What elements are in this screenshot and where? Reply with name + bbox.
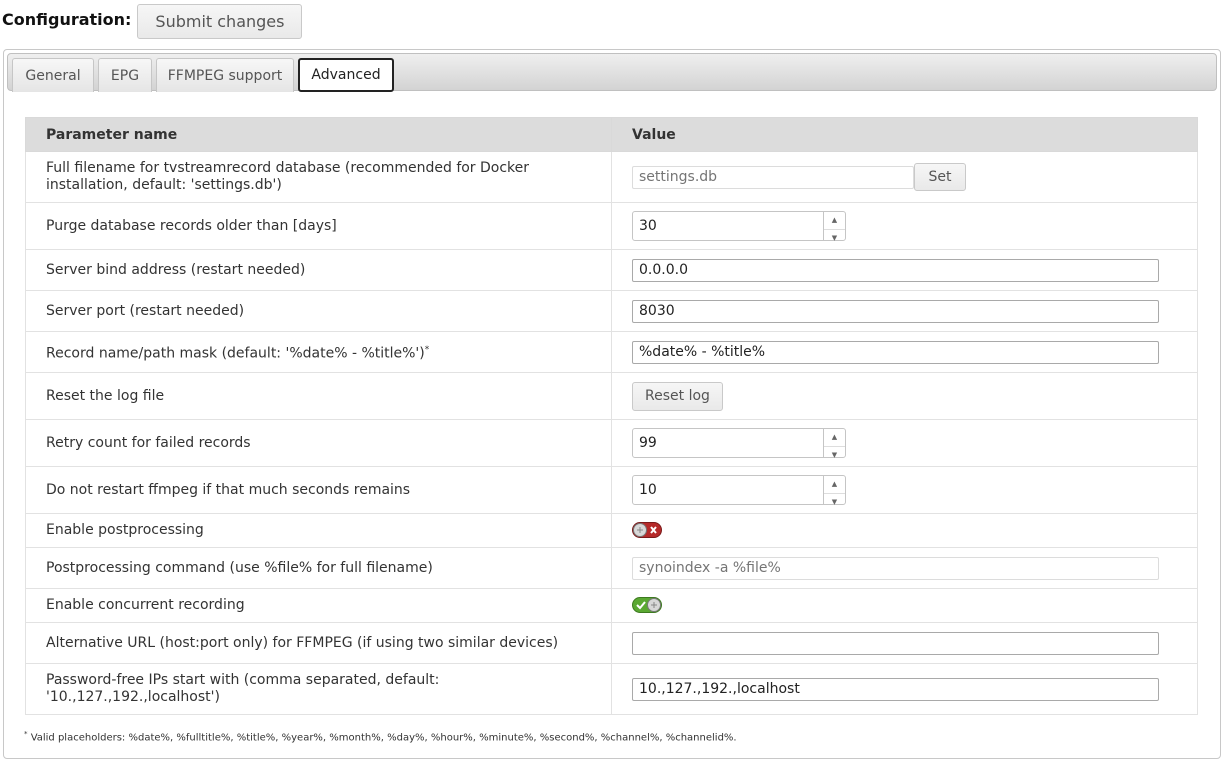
concurrent-recording-toggle-on-icon[interactable] xyxy=(632,597,662,613)
spinner-up-icon[interactable]: ▲ xyxy=(824,476,845,494)
table-row: Enable concurrent recording xyxy=(25,588,1198,623)
table-row: Alternative URL (host:port only) for FFM… xyxy=(25,622,1198,664)
param-value-cell xyxy=(611,588,1198,623)
tab-bar: General EPG FFMPEG support Advanced xyxy=(7,53,1217,92)
table-row: Purge database records older than [days]… xyxy=(25,202,1198,250)
retry-count-spinner[interactable]: 99 ▲ ▼ xyxy=(632,428,846,459)
placeholders-footnote: * Valid placeholders: %date%, %fulltitle… xyxy=(24,730,737,743)
table-row: Retry count for failed records 99 ▲ ▼ xyxy=(25,419,1198,467)
submit-changes-button[interactable]: Submit changes xyxy=(137,3,303,39)
param-label: Password-free IPs start with (comma sepa… xyxy=(25,663,612,715)
table-row: Reset the log file Reset log xyxy=(25,372,1198,420)
server-port-input[interactable] xyxy=(632,299,1159,323)
spinner-down-icon[interactable]: ▼ xyxy=(824,494,845,511)
footnote-marker: * xyxy=(24,730,28,738)
param-label: Retry count for failed records xyxy=(25,419,612,467)
param-label: Enable concurrent recording xyxy=(25,588,612,623)
server-bind-address-input[interactable] xyxy=(632,258,1159,282)
param-value-cell xyxy=(611,547,1198,589)
table-row: Full filename for tvstreamrecord databas… xyxy=(25,151,1198,203)
spinner-down-icon[interactable]: ▼ xyxy=(824,447,845,464)
table-header-row: Parameter name Value xyxy=(25,117,1198,152)
database-filename-input[interactable] xyxy=(632,165,914,189)
param-label: Server port (restart needed) xyxy=(25,290,612,332)
table-row: Enable postprocessing xyxy=(25,513,1198,548)
param-label: Enable postprocessing xyxy=(25,513,612,548)
param-value-cell xyxy=(611,331,1198,373)
table-row: Server bind address (restart needed) xyxy=(25,249,1198,291)
reset-log-button[interactable]: Reset log xyxy=(632,381,723,411)
table-row: Server port (restart needed) xyxy=(25,290,1198,332)
alternative-url-input[interactable] xyxy=(632,631,1159,655)
param-label: Server bind address (restart needed) xyxy=(25,249,612,291)
table-row: Do not restart ffmpeg if that much secon… xyxy=(25,466,1198,514)
tab-epg[interactable]: EPG xyxy=(98,58,152,92)
param-value-cell xyxy=(611,513,1198,548)
spinner-value: 30 xyxy=(639,217,657,234)
param-label: Do not restart ffmpeg if that much secon… xyxy=(25,466,612,514)
param-value-cell: 10 ▲ ▼ xyxy=(611,466,1198,514)
table-row: Postprocessing command (use %file% for f… xyxy=(25,547,1198,589)
header-bar: Configuration: Submit changes xyxy=(2,3,303,39)
param-value-cell xyxy=(611,622,1198,664)
postprocessing-command-input[interactable] xyxy=(632,556,1159,580)
param-value-cell: Set xyxy=(611,151,1198,203)
param-label: Purge database records older than [days] xyxy=(25,202,612,250)
param-label: Alternative URL (host:port only) for FFM… xyxy=(25,622,612,664)
param-label-cell: Record name/path mask (default: '%date% … xyxy=(25,331,612,373)
spinner-up-icon[interactable]: ▲ xyxy=(824,212,845,230)
postprocessing-toggle-off-icon[interactable] xyxy=(632,522,662,538)
spinner-down-icon[interactable]: ▼ xyxy=(824,230,845,247)
tab-ffmpeg-support[interactable]: FFMPEG support xyxy=(156,58,294,92)
tab-advanced[interactable]: Advanced xyxy=(298,58,394,92)
param-label: Postprocessing command (use %file% for f… xyxy=(25,547,612,589)
param-value-cell: 99 ▲ ▼ xyxy=(611,419,1198,467)
param-value-cell: 30 ▲ ▼ xyxy=(611,202,1198,250)
table-row: Password-free IPs start with (comma sepa… xyxy=(25,663,1198,715)
spinner-value: 99 xyxy=(639,434,657,451)
spinner-up-icon[interactable]: ▲ xyxy=(824,429,845,447)
record-name-mask-input[interactable] xyxy=(632,340,1159,364)
param-value-cell xyxy=(611,663,1198,715)
param-label: Reset the log file xyxy=(25,372,612,420)
purge-days-spinner[interactable]: 30 ▲ ▼ xyxy=(632,211,846,242)
param-label: Record name/path mask (default: '%date% … xyxy=(46,345,425,362)
password-free-ips-input[interactable] xyxy=(632,677,1159,701)
column-header-parameter: Parameter name xyxy=(25,117,612,152)
footnote-text: Valid placeholders: %date%, %fulltitle%,… xyxy=(30,732,737,744)
footnote-marker: * xyxy=(424,344,430,355)
tab-general[interactable]: General xyxy=(12,58,94,92)
ffmpeg-seconds-spinner[interactable]: 10 ▲ ▼ xyxy=(632,475,846,506)
column-header-value: Value xyxy=(611,117,1198,152)
set-database-button[interactable]: Set xyxy=(914,163,966,191)
parameters-table: Parameter name Value Full filename for t… xyxy=(25,117,1198,715)
spinner-value: 10 xyxy=(639,481,657,498)
table-row: Record name/path mask (default: '%date% … xyxy=(25,331,1198,373)
param-value-cell xyxy=(611,290,1198,332)
page-title: Configuration: xyxy=(2,9,132,29)
param-value-cell: Reset log xyxy=(611,372,1198,420)
config-panel: General EPG FFMPEG support Advanced Para… xyxy=(3,49,1221,759)
param-label: Full filename for tvstreamrecord databas… xyxy=(25,151,612,203)
param-value-cell xyxy=(611,249,1198,291)
